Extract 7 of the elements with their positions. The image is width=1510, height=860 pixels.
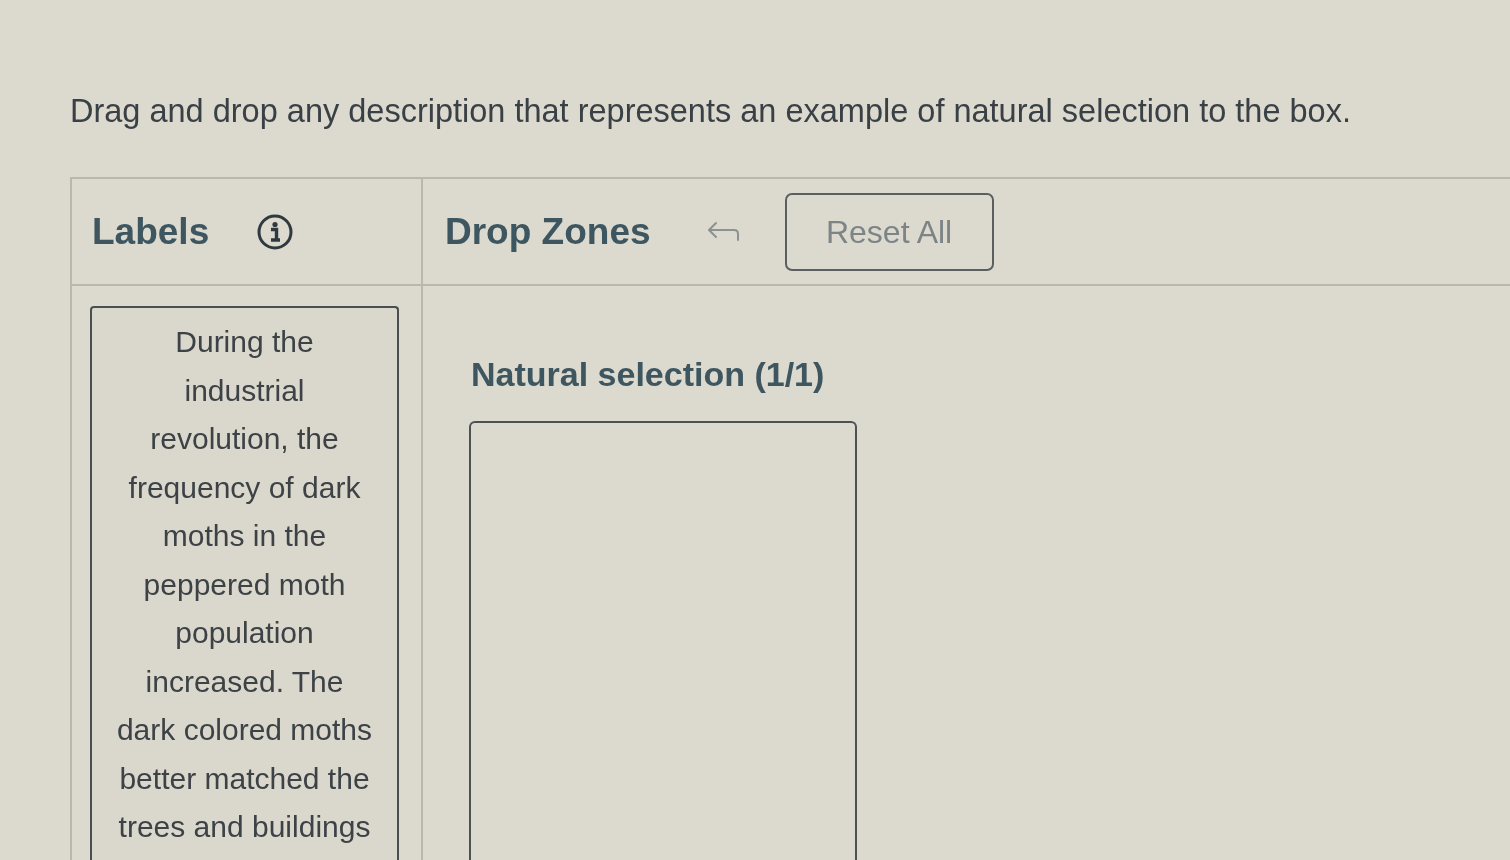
labels-heading: Labels <box>92 209 210 254</box>
drop-zones-heading: Drop Zones <box>445 209 651 254</box>
instruction-text: Drag and drop any description that represents an example of natural selection to the box. <box>70 92 1352 131</box>
info-icon[interactable] <box>257 213 294 250</box>
label-card-text: During the industrial revolution, the frequency of dark moths in the peppered moth population increased. The dark colored moths better matched the trees and buildings <box>115 324 374 845</box>
label-card[interactable]: During the industrial revolution, the frequency of dark moths in the peppered moth population increased. The dark colored moths better matched the trees and buildings <box>90 306 399 860</box>
drop-zone-label: Natural selection (1/1) <box>471 356 826 394</box>
